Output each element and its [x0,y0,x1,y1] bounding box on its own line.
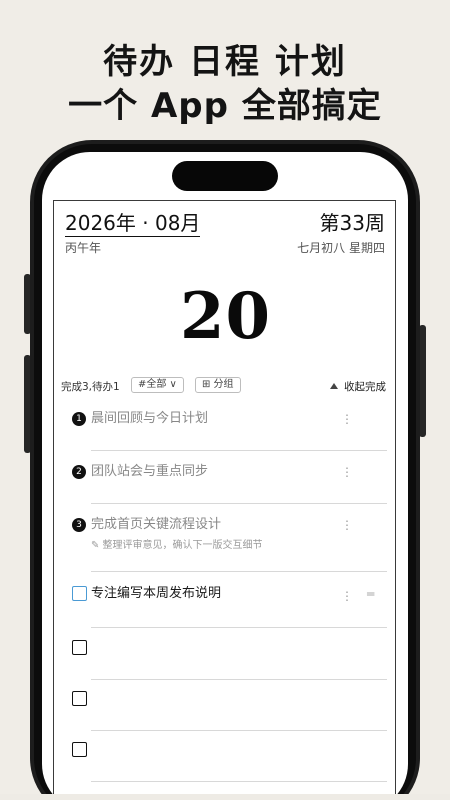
more-icon[interactable]: ⋮ [341,518,353,532]
task-title[interactable]: 团队站会与重点同步 [91,463,208,481]
task-checkbox[interactable] [72,586,87,601]
task-divider [91,571,387,572]
week-number: 第33周 [319,211,385,235]
task-note: ✎ 整理评审意见，确认下一版交互细节 [91,540,263,551]
task-number-badge: 3 [72,518,86,532]
task-checkbox[interactable] [72,691,87,706]
date-header: 2026年 · 08月 第33周 [65,211,385,237]
day-page: 2026年 · 08月 第33周 丙午年 七月初八 星期四 20 完成3,待办1… [53,200,396,800]
collapse-completed-button[interactable]: 收起完成 [330,379,386,394]
more-icon[interactable]: ⋮ [341,465,353,479]
task-number-badge: 2 [72,465,86,479]
more-icon[interactable]: ⋮ [341,589,353,603]
collapse-completed-label: 收起完成 [344,381,386,393]
task-title[interactable]: 专注编写本周发布说明 [91,585,221,603]
triangle-up-icon [330,383,338,389]
year-month-selector[interactable]: 2026年 · 08月 [65,211,201,237]
drag-handle-icon[interactable]: ═ [367,585,374,603]
day-number[interactable]: 20 [54,277,397,357]
ganzhi-year: 丙午年 [65,241,102,255]
task-checkbox[interactable] [72,640,87,655]
task-title[interactable]: 完成首页关键流程设计 [91,516,221,534]
phone-power-button [419,325,426,437]
task-title[interactable]: 晨间回顾与今日计划 [91,410,208,428]
task-checkbox[interactable] [72,742,87,757]
task-divider [91,781,387,782]
headline-line-1: 待办 日程 计划 [103,42,347,82]
task-toolbar: 完成3,待办1 #全部 ∨ ⊞ 分组 收起完成 [61,377,386,395]
group-button[interactable]: ⊞ 分组 [195,377,241,393]
more-icon[interactable]: ⋮ [341,412,353,426]
headline-line-2: 一个 App 全部搞定 [68,86,382,126]
task-number-badge: 1 [72,412,86,426]
tag-filter-button[interactable]: #全部 ∨ [131,377,184,393]
task-divider [91,730,387,731]
dynamic-island [172,161,278,191]
task-divider [91,450,387,451]
task-stats: 完成3,待办1 [61,381,120,393]
task-divider [91,627,387,628]
page-bottom-edge [0,794,450,800]
task-divider [91,679,387,680]
lunar-date-weekday: 七月初八 星期四 [297,241,385,255]
promo-headline: 待办 日程 计划 一个 App 全部搞定 [0,40,450,128]
task-divider [91,503,387,504]
